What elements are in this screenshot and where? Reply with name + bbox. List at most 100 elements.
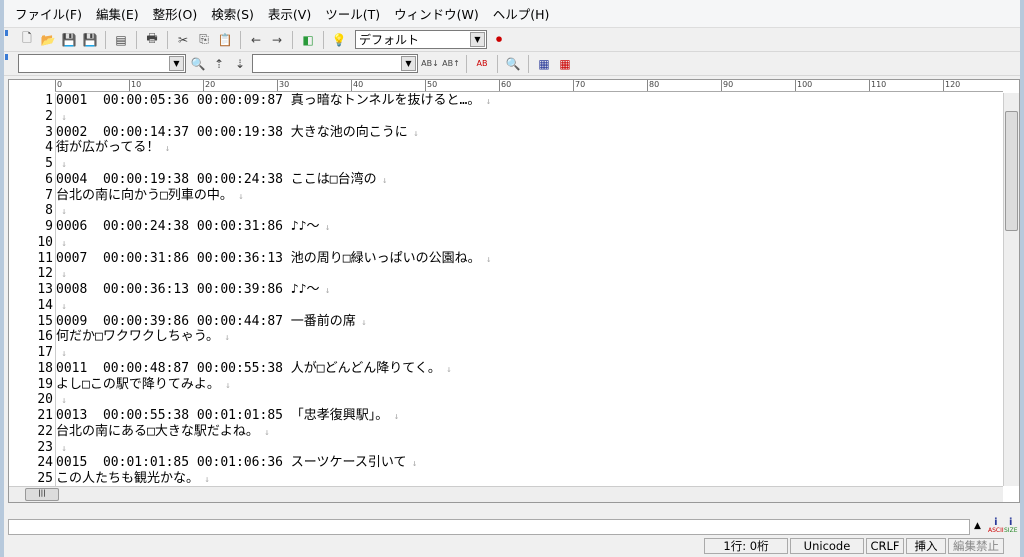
new-file-icon[interactable]: 🗋: [18, 31, 36, 49]
horizontal-scroll-thumb[interactable]: |||: [25, 488, 59, 501]
line-number: 11: [37, 250, 53, 266]
text-line[interactable]: 0008 00:00:36:13 00:00:39:86 ♪♪～ ↓: [56, 282, 1003, 298]
text-line[interactable]: 台北の南にある□大きな駅だよね。 ↓: [56, 424, 1003, 440]
text-line[interactable]: 0002 00:00:14:37 00:00:19:38 大きな池の向こうに ↓: [56, 125, 1003, 141]
text-line[interactable]: ↓: [56, 392, 1003, 408]
line-number: 25: [37, 471, 53, 486]
text-line[interactable]: 0011 00:00:48:87 00:00:55:38 人が□どんどん降りてく…: [56, 361, 1003, 377]
chevron-down-icon[interactable]: ▼: [169, 56, 184, 71]
replace-all-icon[interactable]: AB: [473, 55, 491, 73]
text-editor[interactable]: 0 10 20 30 40 50 60 70 80 90 100 110 120 1 2 3 4 5 6 7 8 9 10…: [8, 79, 1020, 503]
line-number-gutter: 1 2 3 4 5 6 7 8 9 10 11 12 13 14 15 16 17 18 19 20 21 22 23 24 2…: [9, 93, 55, 502]
text-line[interactable]: ↓: [56, 345, 1003, 361]
ascii-info-icon[interactable]: i ASCII: [988, 518, 1004, 535]
tag-jump-icon[interactable]: ◧: [299, 31, 317, 49]
ruler-tick: 20: [203, 80, 215, 91]
size-label: SIZE: [1004, 527, 1018, 534]
menu-item[interactable]: 検索(S): [204, 4, 261, 23]
text-line[interactable]: 台北の南に向かう□列車の中。 ↓: [56, 188, 1003, 204]
menu-item[interactable]: 整形(O): [146, 4, 205, 23]
menu-item[interactable]: ヘルプ(H): [486, 4, 557, 23]
text-line[interactable]: ↓: [56, 156, 1003, 172]
eol-mark-icon: ↓: [56, 301, 67, 312]
triangle-up-icon[interactable]: ▲: [974, 521, 981, 531]
forward-arrow-icon[interactable]: →: [268, 31, 286, 49]
macro-record-icon[interactable]: ⏺: [490, 31, 508, 49]
menu-item[interactable]: 表示(V): [261, 4, 318, 23]
vertical-scrollbar[interactable]: [1003, 93, 1019, 486]
eol-mark-icon: ↓: [388, 412, 400, 422]
text-line[interactable]: ↓: [56, 266, 1003, 282]
line-number: 18: [37, 360, 53, 376]
text-line[interactable]: この人たちも観光かな。 ↓: [56, 471, 1003, 486]
eol-mark-icon: ↓: [219, 333, 230, 344]
eol-mark-icon: ↓: [219, 380, 231, 391]
line-text: 街が広がってる！: [56, 140, 160, 156]
compare-icon[interactable]: ▦: [535, 55, 553, 73]
eol-mark-icon: ↓: [355, 317, 367, 328]
close-file-icon[interactable]: ▤: [112, 31, 130, 49]
print-icon[interactable]: 🖶: [143, 31, 161, 49]
text-line[interactable]: ↓: [56, 440, 1003, 456]
copy-icon[interactable]: ⎘: [195, 31, 213, 49]
search-input[interactable]: ▼: [18, 54, 186, 73]
line-text: 0013 00:00:55:38 00:01:01:85 「忠孝復興駅」。: [56, 408, 389, 423]
text-line[interactable]: 0006 00:00:24:38 00:00:31:86 ♪♪～ ↓: [56, 219, 1003, 235]
save-as-icon[interactable]: 💾: [81, 31, 99, 49]
chevron-down-icon[interactable]: ▼: [470, 32, 485, 47]
text-line[interactable]: 何だか□ワクワクしちゃう。 ↓: [56, 329, 1003, 345]
vertical-scroll-thumb[interactable]: [1005, 111, 1018, 231]
text-line[interactable]: ↓: [56, 235, 1003, 251]
text-line[interactable]: ↓: [56, 298, 1003, 314]
line-text: 0007 00:00:31:86 00:00:36:13 池の周り□緑いっぱいの…: [56, 250, 481, 266]
menu-item[interactable]: ファイル(F): [8, 4, 89, 23]
horizontal-scrollbar[interactable]: |||: [9, 486, 1003, 502]
ruler-tick: 50: [425, 80, 437, 91]
size-info-icon[interactable]: i SIZE: [1004, 518, 1018, 535]
back-arrow-icon[interactable]: ←: [247, 31, 265, 49]
line-text: よし□この駅で降りてみよ。: [56, 376, 220, 392]
eol-mark-icon: ↓: [56, 112, 67, 123]
grep-icon[interactable]: 🔍: [504, 55, 522, 73]
text-line[interactable]: 0007 00:00:31:86 00:00:36:13 池の周り□緑いっぱいの…: [56, 251, 1003, 267]
save-icon[interactable]: 💾: [60, 31, 78, 49]
text-line[interactable]: 0001 00:00:05:36 00:00:09:87 真っ暗なトンネルを抜け…: [56, 93, 1003, 109]
font-selector[interactable]: デフォルト ▼: [355, 30, 487, 49]
status-readonly[interactable]: 編集禁止: [948, 538, 1004, 554]
search-prev-icon[interactable]: ⇡: [210, 55, 228, 73]
line-text: 0004 00:00:19:38 00:00:24:38 ここは□台湾の: [56, 171, 377, 187]
search-icon[interactable]: 🔍: [189, 55, 207, 73]
command-line-input[interactable]: [8, 519, 970, 535]
status-line-ending[interactable]: CRLF: [866, 538, 904, 554]
text-line[interactable]: 0015 00:01:01:85 00:01:06:36 スーツケース引いて ↓: [56, 455, 1003, 471]
menu-item[interactable]: 編集(E): [89, 4, 146, 23]
status-insert-mode[interactable]: 挿入: [906, 538, 946, 554]
text-line[interactable]: 街が広がってる！ ↓: [56, 140, 1003, 156]
line-number: 1: [45, 93, 53, 108]
chevron-down-icon[interactable]: ▼: [401, 56, 416, 71]
diff-icon[interactable]: ▦: [556, 55, 574, 73]
replace-up-icon[interactable]: AB↑: [442, 55, 460, 73]
replace-down-icon[interactable]: AB↓: [421, 55, 439, 73]
search-next-icon[interactable]: ⇣: [231, 55, 249, 73]
menu-item[interactable]: ツール(T): [318, 4, 387, 23]
text-line[interactable]: ↓: [56, 109, 1003, 125]
text-line[interactable]: 0009 00:00:39:86 00:00:44:87 一番前の席 ↓: [56, 314, 1003, 330]
eol-mark-icon: ↓: [480, 97, 492, 107]
text-line[interactable]: よし□この駅で降りてみよ。 ↓: [56, 377, 1003, 393]
text-line[interactable]: 0004 00:00:19:38 00:00:24:38 ここは□台湾の ↓: [56, 172, 1003, 188]
text-line[interactable]: ↓: [56, 203, 1003, 219]
text-area[interactable]: 0001 00:00:05:36 00:00:09:87 真っ暗なトンネルを抜け…: [55, 93, 1003, 486]
eol-mark-icon: ↓: [319, 223, 331, 233]
replace-input[interactable]: ▼: [252, 54, 418, 73]
open-folder-icon[interactable]: 📂: [39, 31, 57, 49]
eol-mark-icon: ↓: [258, 427, 270, 438]
menu-item[interactable]: ウィンドウ(W): [387, 4, 486, 23]
help-bulb-icon[interactable]: 💡: [330, 31, 348, 49]
cut-icon[interactable]: ✂: [174, 31, 192, 49]
paste-icon[interactable]: 📋: [216, 31, 234, 49]
line-text: 0009 00:00:39:86 00:00:44:87 一番前の席: [56, 313, 356, 329]
status-encoding[interactable]: Unicode: [790, 538, 864, 554]
text-line[interactable]: 0013 00:00:55:38 00:01:01:85 「忠孝復興駅」。 ↓: [56, 408, 1003, 424]
line-text: 台北の南に向かう□列車の中。: [56, 187, 233, 203]
